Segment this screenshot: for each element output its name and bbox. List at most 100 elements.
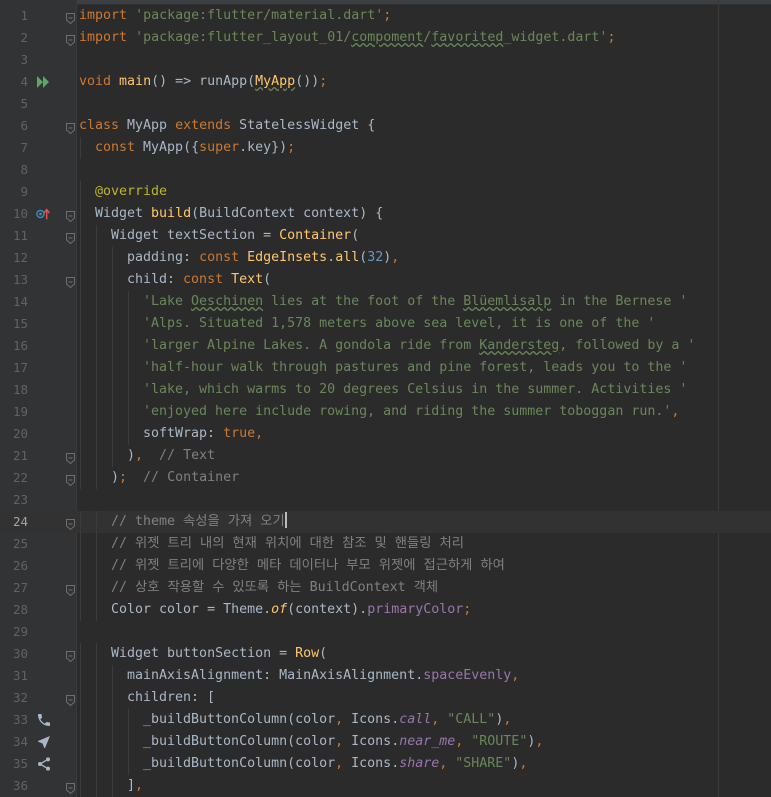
- near-me-icon[interactable]: [36, 734, 52, 750]
- code-line[interactable]: 5: [0, 93, 771, 115]
- code-text[interactable]: 'larger Alpine Lakes. A gondola ride fro…: [143, 335, 695, 357]
- fold-marker-icon[interactable]: [66, 10, 75, 25]
- code-line[interactable]: 33 _buildButtonColumn(color, Icons.call, …: [0, 709, 771, 731]
- line-number[interactable]: 22: [0, 467, 28, 489]
- code-line[interactable]: 9 @override: [0, 181, 771, 203]
- line-number[interactable]: 25: [0, 533, 28, 555]
- line-number[interactable]: 7: [0, 137, 28, 159]
- code-text[interactable]: void main() => runApp(MyApp());: [79, 71, 327, 93]
- code-text[interactable]: 'lake, which warms to 20 degrees Celsius…: [143, 379, 687, 401]
- code-text[interactable]: children: [: [127, 687, 215, 709]
- code-line[interactable]: 6 class MyApp extends StatelessWidget {: [0, 115, 771, 137]
- code-text[interactable]: _buildButtonColumn(color, Icons.call, "C…: [143, 709, 511, 731]
- code-line[interactable]: 17 'half-hour walk through pastures and p…: [0, 357, 771, 379]
- line-number[interactable]: 35: [0, 753, 28, 775]
- line-number[interactable]: 13: [0, 269, 28, 291]
- line-number[interactable]: 15: [0, 313, 28, 335]
- line-number[interactable]: 4: [0, 71, 28, 93]
- line-number[interactable]: 10: [0, 203, 28, 225]
- code-text[interactable]: 'Alps. Situated 1,578 meters above sea l…: [143, 313, 655, 335]
- line-number[interactable]: 6: [0, 115, 28, 137]
- code-text[interactable]: @override: [95, 181, 167, 203]
- fold-marker-icon[interactable]: [66, 582, 75, 597]
- code-text[interactable]: ), // Text: [127, 445, 215, 467]
- override-icon[interactable]: [36, 206, 52, 222]
- fold-marker-icon[interactable]: [66, 780, 75, 795]
- code-text[interactable]: // 위젯 트리에 다양한 메타 데이터나 부모 위젯에 접근하게 하여: [111, 555, 505, 577]
- line-number[interactable]: 9: [0, 181, 28, 203]
- line-number[interactable]: 18: [0, 379, 28, 401]
- code-text[interactable]: _buildButtonColumn(color, Icons.share, "…: [143, 753, 527, 775]
- fold-marker-icon[interactable]: [66, 516, 75, 531]
- code-line[interactable]: 20 softWrap: true,: [0, 423, 771, 445]
- run-icon[interactable]: [36, 74, 52, 90]
- code-text[interactable]: padding: const EdgeInsets.all(32),: [127, 247, 399, 269]
- code-line[interactable]: 22 ); // Container: [0, 467, 771, 489]
- line-number[interactable]: 29: [0, 621, 28, 643]
- code-line[interactable]: 21), // Text: [0, 445, 771, 467]
- code-line[interactable]: 30 Widget buttonSection = Row(: [0, 643, 771, 665]
- code-text[interactable]: ],: [127, 775, 143, 797]
- code-text[interactable]: 'enjoyed here include rowing, and riding…: [143, 401, 679, 423]
- fold-marker-icon[interactable]: [66, 692, 75, 707]
- code-line[interactable]: 25 // 위젯 트리 내의 현재 위치에 대한 참조 및 핸들링 처리: [0, 533, 771, 555]
- code-editor[interactable]: 1 import 'package:flutter/material.dart';…: [0, 0, 771, 797]
- code-line[interactable]: 19 'enjoyed here include rowing, and ridi…: [0, 401, 771, 423]
- code-line[interactable]: 27 // 상호 작용할 수 있또록 하는 BuildContext 객체: [0, 577, 771, 599]
- code-line[interactable]: 3: [0, 49, 771, 71]
- code-line[interactable]: 24 // theme 속성을 가져 오기: [0, 511, 771, 533]
- code-line[interactable]: 29: [0, 621, 771, 643]
- code-text[interactable]: // theme 속성을 가져 오기: [111, 511, 287, 533]
- fold-marker-icon[interactable]: [66, 274, 75, 289]
- code-line[interactable]: 26 // 위젯 트리에 다양한 메타 데이터나 부모 위젯에 접근하게 하여: [0, 555, 771, 577]
- code-line[interactable]: 11 Widget textSection = Container(: [0, 225, 771, 247]
- line-number[interactable]: 27: [0, 577, 28, 599]
- line-number[interactable]: 8: [0, 159, 28, 181]
- code-text[interactable]: Widget build(BuildContext context) {: [95, 203, 383, 225]
- code-line[interactable]: 14 'Lake Oeschinen lies at the foot of th…: [0, 291, 771, 313]
- phone-icon[interactable]: [36, 712, 52, 728]
- code-line[interactable]: 7 const MyApp({super.key});: [0, 137, 771, 159]
- fold-marker-icon[interactable]: [66, 472, 75, 487]
- code-text[interactable]: ); // Container: [111, 467, 239, 489]
- code-line[interactable]: 13 child: const Text(: [0, 269, 771, 291]
- code-line[interactable]: 28 Color color = Theme.of(context).primar…: [0, 599, 771, 621]
- line-number[interactable]: 20: [0, 423, 28, 445]
- line-number[interactable]: 17: [0, 357, 28, 379]
- line-number[interactable]: 30: [0, 643, 28, 665]
- code-line[interactable]: 32 children: [: [0, 687, 771, 709]
- line-number[interactable]: 32: [0, 687, 28, 709]
- code-line[interactable]: 16 'larger Alpine Lakes. A gondola ride f…: [0, 335, 771, 357]
- fold-marker-icon[interactable]: [66, 230, 75, 245]
- fold-marker-icon[interactable]: [66, 208, 75, 223]
- fold-marker-icon[interactable]: [66, 32, 75, 47]
- code-text[interactable]: mainAxisAlignment: MainAxisAlignment.spa…: [127, 665, 519, 687]
- line-number[interactable]: 11: [0, 225, 28, 247]
- code-text[interactable]: const MyApp({super.key});: [95, 137, 295, 159]
- code-text[interactable]: // 위젯 트리 내의 현재 위치에 대한 참조 및 핸들링 처리: [111, 533, 464, 555]
- line-number[interactable]: 3: [0, 49, 28, 71]
- line-number[interactable]: 26: [0, 555, 28, 577]
- code-text[interactable]: 'half-hour walk through pastures and pin…: [143, 357, 687, 379]
- line-number[interactable]: 2: [0, 27, 28, 49]
- line-number[interactable]: 23: [0, 489, 28, 511]
- code-text[interactable]: // 상호 작용할 수 있또록 하는 BuildContext 객체: [111, 577, 438, 599]
- line-number[interactable]: 16: [0, 335, 28, 357]
- line-number[interactable]: 28: [0, 599, 28, 621]
- code-text[interactable]: child: const Text(: [127, 269, 271, 291]
- code-text[interactable]: import 'package:flutter/material.dart';: [79, 5, 391, 27]
- code-line[interactable]: 4 void main() => runApp(MyApp());: [0, 71, 771, 93]
- code-text[interactable]: Color color = Theme.of(context).primaryC…: [111, 599, 471, 621]
- code-line[interactable]: 31 mainAxisAlignment: MainAxisAlignment.s…: [0, 665, 771, 687]
- fold-marker-icon[interactable]: [66, 648, 75, 663]
- code-lines[interactable]: 1 import 'package:flutter/material.dart';…: [0, 5, 771, 797]
- line-number[interactable]: 5: [0, 93, 28, 115]
- code-line[interactable]: 12 padding: const EdgeInsets.all(32),: [0, 247, 771, 269]
- code-line[interactable]: 15 'Alps. Situated 1,578 meters above sea…: [0, 313, 771, 335]
- code-text[interactable]: import 'package:flutter_layout_01/compom…: [79, 27, 615, 49]
- code-text[interactable]: _buildButtonColumn(color, Icons.near_me,…: [143, 731, 543, 753]
- code-line[interactable]: 34 _buildButtonColumn(color, Icons.near_m…: [0, 731, 771, 753]
- line-number[interactable]: 12: [0, 247, 28, 269]
- code-text[interactable]: 'Lake Oeschinen lies at the foot of the …: [143, 291, 687, 313]
- line-number[interactable]: 1: [0, 5, 28, 27]
